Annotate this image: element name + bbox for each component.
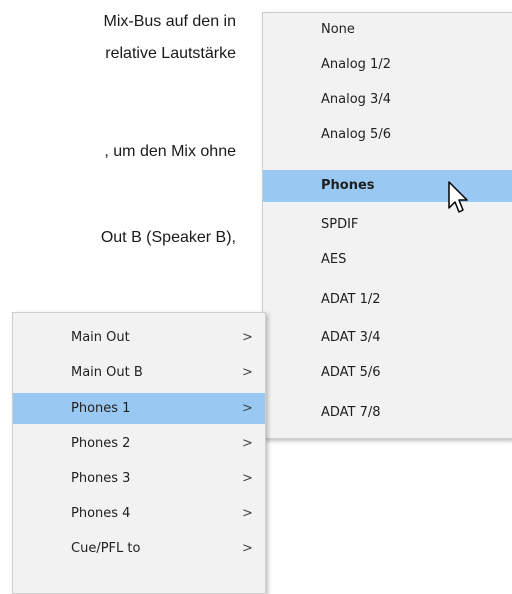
menu-item-adat-7-8[interactable]: ADAT 7/8 bbox=[263, 398, 512, 428]
chevron-right-icon: > bbox=[242, 471, 253, 486]
menu-item-label: None bbox=[321, 22, 355, 37]
menu-item-label: Phones bbox=[321, 178, 375, 193]
menu-item-label: SPDIF bbox=[321, 217, 359, 232]
menu-item-label: ADAT 3/4 bbox=[321, 330, 381, 345]
menu-item-analog-1-2[interactable]: Analog 1/2 bbox=[263, 50, 512, 80]
doc-line-1: Mix-Bus auf den in bbox=[103, 13, 236, 30]
menu-item-analog-3-4[interactable]: Analog 3/4 bbox=[263, 85, 512, 115]
chevron-right-icon: > bbox=[242, 541, 253, 556]
menu-item-phones-2[interactable]: Phones 2 > bbox=[13, 429, 265, 459]
menu-item-cue-pfl-to[interactable]: Cue/PFL to > bbox=[13, 534, 265, 564]
doc-line-3: , um den Mix ohne bbox=[104, 143, 236, 160]
output-routing-menu: None Analog 1/2 Analog 3/4 Analog 5/6 Ph… bbox=[262, 12, 512, 439]
menu-item-phones-1[interactable]: Phones 1 > bbox=[13, 393, 265, 424]
menu-item-label: Phones 4 bbox=[71, 506, 131, 521]
menu-item-label: ADAT 7/8 bbox=[321, 405, 381, 420]
menu-item-label: Phones 3 bbox=[71, 471, 131, 486]
menu-item-label: AES bbox=[321, 252, 347, 267]
chevron-right-icon: > bbox=[242, 401, 253, 416]
menu-item-spdif[interactable]: SPDIF bbox=[263, 210, 512, 240]
bus-menu: Main Out > Main Out B > Phones 1 > Phone… bbox=[12, 312, 266, 594]
chevron-right-icon: > bbox=[242, 436, 253, 451]
chevron-right-icon: > bbox=[242, 365, 253, 380]
doc-line-4: Out B (Speaker B), bbox=[100, 229, 236, 246]
menu-item-label: ADAT 1/2 bbox=[321, 292, 381, 307]
menu-item-adat-3-4[interactable]: ADAT 3/4 bbox=[263, 323, 512, 353]
menu-item-label: Main Out B bbox=[71, 365, 143, 380]
chevron-right-icon: > bbox=[242, 330, 253, 345]
menu-item-phones[interactable]: Phones bbox=[263, 170, 512, 202]
menu-item-label: Main Out bbox=[71, 330, 130, 345]
menu-item-phones-4[interactable]: Phones 4 > bbox=[13, 499, 265, 529]
menu-item-analog-5-6[interactable]: Analog 5/6 bbox=[263, 120, 512, 150]
menu-item-phones-3[interactable]: Phones 3 > bbox=[13, 464, 265, 494]
menu-item-main-out[interactable]: Main Out > bbox=[13, 323, 265, 353]
menu-item-main-out-b[interactable]: Main Out B > bbox=[13, 358, 265, 388]
menu-item-label: ADAT 5/6 bbox=[321, 365, 381, 380]
menu-item-adat-1-2[interactable]: ADAT 1/2 bbox=[263, 285, 512, 315]
menu-item-label: Analog 3/4 bbox=[321, 92, 391, 107]
menu-item-aes[interactable]: AES bbox=[263, 245, 512, 275]
menu-item-adat-5-6[interactable]: ADAT 5/6 bbox=[263, 358, 512, 388]
menu-item-label: Cue/PFL to bbox=[71, 541, 141, 556]
menu-item-label: Analog 1/2 bbox=[321, 57, 391, 72]
menu-item-label: Analog 5/6 bbox=[321, 127, 391, 142]
arrow-pointer-icon bbox=[448, 181, 468, 213]
menu-item-label: Phones 2 bbox=[71, 436, 131, 451]
chevron-right-icon: > bbox=[242, 506, 253, 521]
doc-line-2: relative Lautstärke bbox=[105, 45, 236, 62]
menu-item-label: Phones 1 bbox=[71, 401, 131, 416]
menu-item-none[interactable]: None bbox=[263, 15, 512, 45]
